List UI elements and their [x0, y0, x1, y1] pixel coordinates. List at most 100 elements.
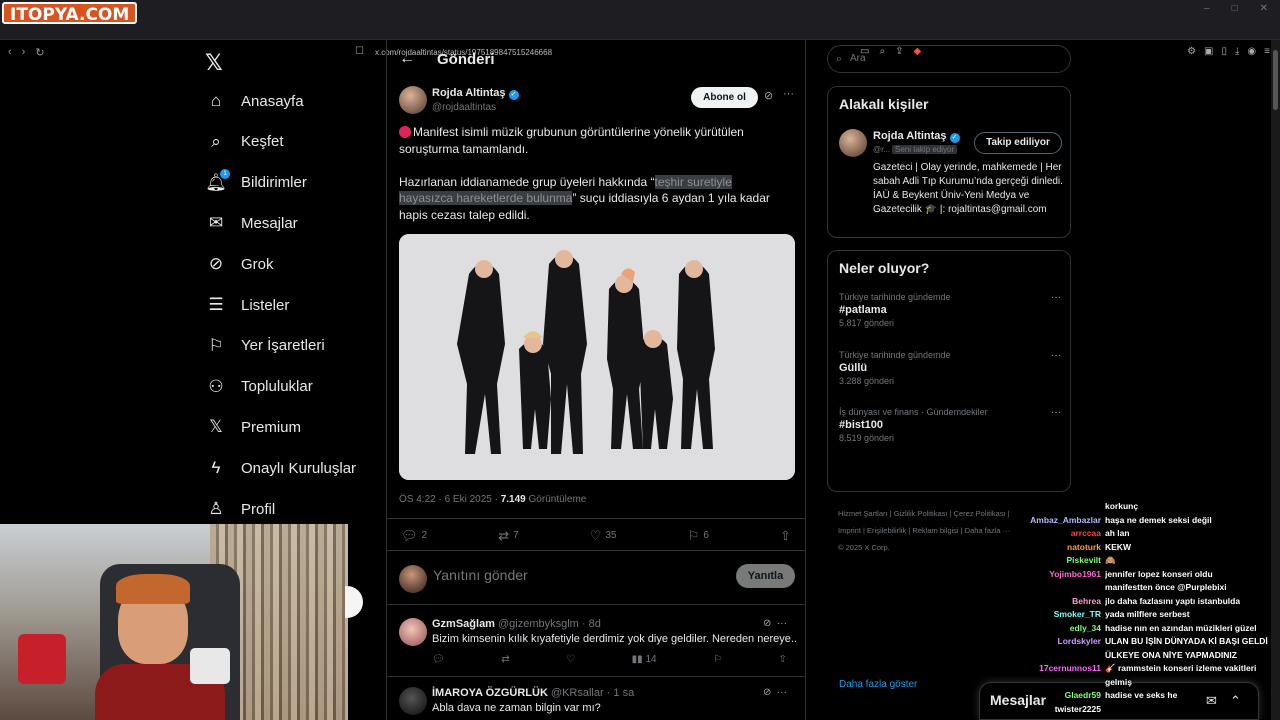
- subscribe-button[interactable]: Abone ol: [691, 87, 758, 108]
- repost-icon[interactable]: ⇄: [501, 654, 509, 665]
- menu-icon[interactable]: ≡: [1264, 46, 1270, 57]
- post-time[interactable]: ÖS 4:22 · 6 Eki 2025 ·: [399, 494, 501, 505]
- post-timestamp: ÖS 4:22 · 6 Eki 2025 · 7.149 Görüntüleme: [399, 494, 586, 505]
- comment-author-name[interactable]: GzmSağlam: [432, 618, 495, 630]
- heart-icon: ♡: [589, 528, 602, 543]
- nav-item-9[interactable]: ϟ Onaylı Kuruluşlar: [205, 453, 357, 483]
- nav-item-4[interactable]: ⊘ Grok: [205, 249, 274, 279]
- nav-item-3[interactable]: ✉ Mesajlar: [205, 208, 298, 238]
- download-icon[interactable]: ⤓: [1235, 46, 1239, 57]
- chat-message: edly_34 hadise nın en azından müzikleri g…: [985, 622, 1280, 636]
- nav-item-1[interactable]: ⌕ Keşfet: [205, 127, 284, 157]
- nav-item-label: Keşfet: [241, 133, 284, 151]
- nav-item-label: Profil: [241, 500, 276, 518]
- following-button[interactable]: Takip ediliyor: [974, 132, 1062, 154]
- x-icon: 𝕏: [209, 417, 223, 437]
- grok-icon[interactable]: ⊘: [763, 687, 771, 698]
- nav-item-0[interactable]: ⌂ Anasayfa: [205, 86, 304, 116]
- grok-icon[interactable]: ⊘: [763, 618, 771, 629]
- maximize-icon[interactable]: □: [1232, 3, 1238, 14]
- share-icon[interactable]: ⇧: [779, 654, 787, 665]
- related-handle[interactable]: @r... Seni takip ediyor: [873, 145, 958, 154]
- close-window-icon[interactable]: ✕: [1260, 3, 1268, 14]
- trend-item[interactable]: Türkiye tarihinde gündemde #patlama 5.817 …: [839, 292, 1061, 328]
- nav-item-label: Yer İşaretleri: [241, 337, 325, 355]
- related-name[interactable]: Rojda Altintaş ✓: [873, 130, 960, 143]
- show-more-link[interactable]: Daha fazla göster: [839, 679, 917, 690]
- nav-item-6[interactable]: ⚐ Yer İşaretleri: [205, 331, 325, 361]
- extension-icons: ⚙ ▣ ▯ ⤓ ◉ ≡: [1187, 46, 1270, 57]
- back-icon[interactable]: ‹: [8, 46, 12, 59]
- comment-handle[interactable]: @KRsallar · 1 sa: [551, 687, 634, 699]
- extension-icon[interactable]: ⚙: [1187, 46, 1196, 57]
- chat-username: [985, 581, 1105, 595]
- comment-author-name[interactable]: İMAROYA ÖZGÜRLÜK: [432, 687, 548, 699]
- trend-item[interactable]: İş dünyası ve finans · Gündemdekiler #bis…: [839, 407, 1061, 443]
- author-name[interactable]: Rojda Altintaş ✓: [432, 87, 519, 100]
- nav-item-10[interactable]: ♙ Profil: [205, 494, 275, 524]
- sidebar-icon[interactable]: ▯: [1221, 46, 1227, 57]
- reply-icon[interactable]: 💬︎: [432, 654, 445, 665]
- views-action[interactable]: ▮▮ 14: [632, 654, 657, 665]
- vpn-icon[interactable]: ◉: [1247, 46, 1256, 57]
- more-options-icon[interactable]: ···: [1051, 350, 1061, 361]
- author-name-text[interactable]: Rojda Altintaş: [432, 87, 506, 99]
- nav-item-7[interactable]: ⚇ Topluluklar: [205, 372, 312, 402]
- reply-input[interactable]: Yanıtını gönder: [433, 567, 528, 583]
- more-options-icon[interactable]: ···: [777, 687, 787, 698]
- heart-icon[interactable]: ♡: [566, 654, 575, 665]
- grok-icon: ⊘: [208, 254, 224, 274]
- author-avatar[interactable]: [399, 86, 427, 114]
- reply-action[interactable]: 💬︎ 2: [401, 528, 427, 544]
- bookmark-action[interactable]: ⚐ 6: [688, 528, 709, 544]
- trend-item[interactable]: Türkiye tarihinde gündemde Güllü 3.288 gön…: [839, 350, 1061, 386]
- more-options-icon[interactable]: ···: [1051, 407, 1061, 418]
- comment-avatar[interactable]: [399, 687, 427, 715]
- views-count: 14: [645, 654, 657, 665]
- like-action[interactable]: ♡ 35: [590, 528, 617, 544]
- share-action[interactable]: ⇧: [780, 528, 795, 544]
- search-input[interactable]: ⌕ Ara: [827, 45, 1071, 73]
- forward-icon[interactable]: ›: [22, 46, 26, 59]
- related-name-text[interactable]: Rojda Altintaş: [873, 130, 947, 142]
- browser-nav-buttons: ‹ › ↻: [8, 46, 45, 59]
- minimize-icon[interactable]: –: [1204, 3, 1210, 14]
- comment-author[interactable]: GzmSağlam @gizembyksglm · 8d: [432, 618, 601, 630]
- post-image[interactable]: [399, 234, 795, 480]
- chat-username: Glaedr59: [1064, 690, 1101, 700]
- wallet-icon[interactable]: ▣: [1204, 46, 1213, 57]
- comment-tools: ⊘ ···: [763, 618, 787, 629]
- comment-author[interactable]: İMAROYA ÖZGÜRLÜK @KRsallar · 1 sa: [432, 687, 634, 699]
- more-options-icon[interactable]: ···: [783, 88, 794, 100]
- reload-icon[interactable]: ↻: [35, 46, 44, 59]
- related-avatar[interactable]: [839, 129, 867, 157]
- share-icon: ⇧: [780, 528, 791, 543]
- more-options-icon[interactable]: ···: [1051, 292, 1061, 303]
- grok-explain-icon[interactable]: ⊘: [764, 89, 773, 102]
- nav-item-2[interactable]: 🔔︎ 1 Bildirimler: [205, 168, 307, 198]
- more-options-icon[interactable]: ···: [777, 618, 787, 629]
- x-logo-icon[interactable]: 𝕏: [205, 50, 223, 76]
- repost-action[interactable]: ⇄ 7: [498, 528, 518, 544]
- reply-button[interactable]: Yanıtla: [736, 564, 795, 588]
- chat-message: manifestten önce @Purplebixi: [985, 581, 1280, 595]
- coffee-mug: [190, 648, 230, 684]
- author-handle[interactable]: @rojdaaltintas: [432, 102, 496, 113]
- chat-username: Yojimbo1961: [1049, 568, 1101, 579]
- chat-message: Ambaz_Ambazlar haşa ne demek seksi değil: [985, 514, 1280, 528]
- comment-handle[interactable]: @gizembyksglm · 8d: [498, 618, 601, 630]
- bookmark-icon[interactable]: ⚐: [713, 654, 722, 665]
- nav-item-8[interactable]: 𝕏 Premium: [205, 412, 301, 442]
- comment-avatar[interactable]: [399, 618, 427, 646]
- scrollbar-thumb[interactable]: [1273, 50, 1278, 110]
- trend-count: 3.288 gönderi: [839, 375, 895, 386]
- chat-text: jennifer lopez konseri oldu: [1105, 568, 1213, 579]
- nav-item-5[interactable]: ☰ Listeler: [205, 290, 289, 320]
- browser-url-bar: ‹ › ↻ ☐ x.com/rojdaaltintas/status/19751…: [0, 22, 1280, 59]
- chat-username: Smoker_TR: [1053, 609, 1101, 619]
- site-logo-watermark: ITOPYA.COM: [2, 2, 138, 25]
- back-arrow-icon[interactable]: ←: [399, 50, 415, 68]
- trend-category: Türkiye tarihinde gündemde: [839, 292, 951, 302]
- lightning-icon: ϟ: [211, 458, 221, 478]
- post-views-count: 7.149: [500, 494, 526, 505]
